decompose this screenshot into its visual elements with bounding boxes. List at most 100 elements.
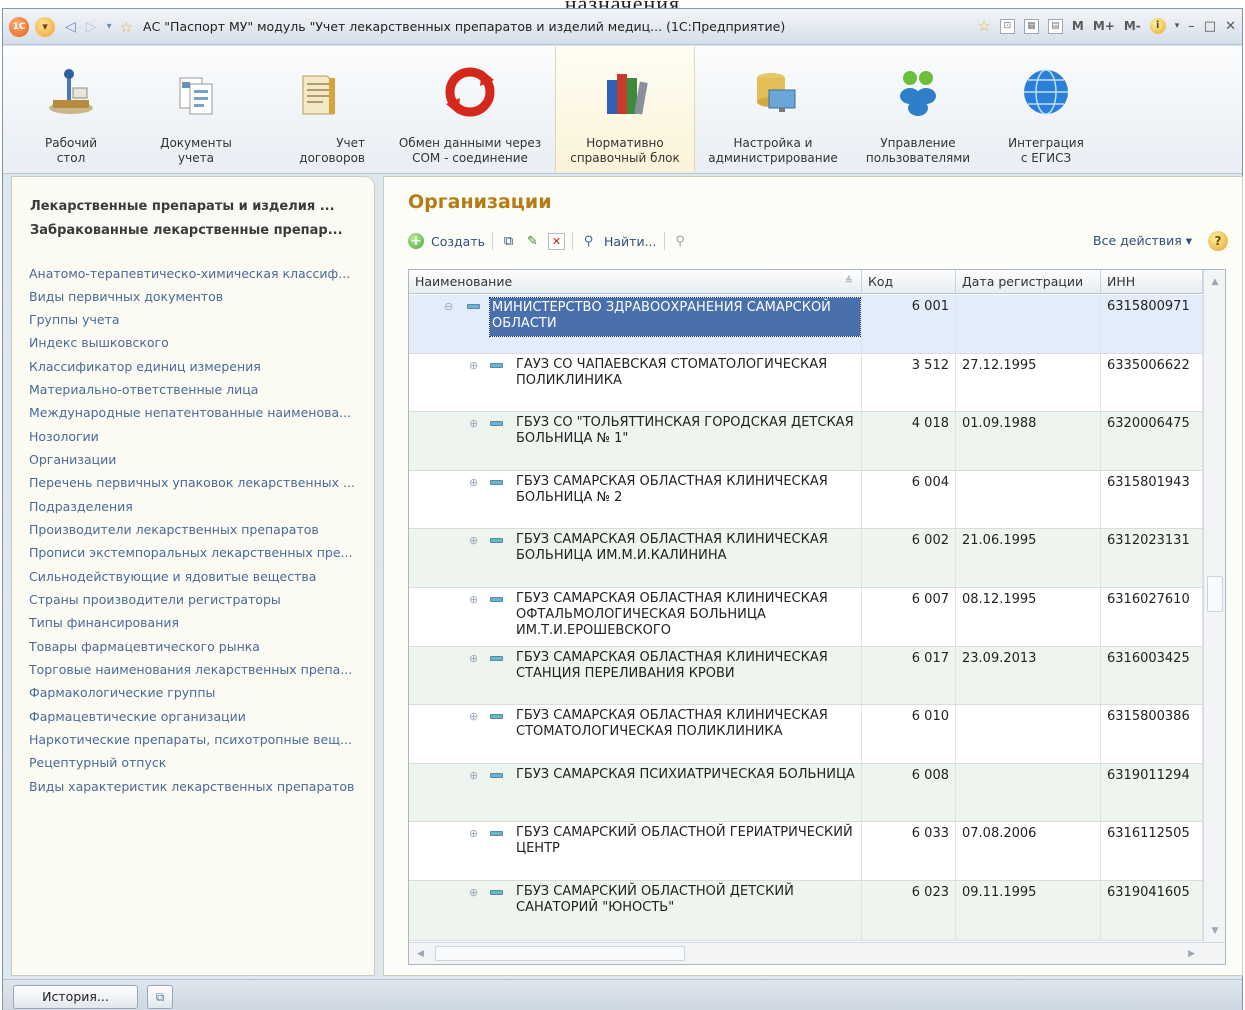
nav-item[interactable]: Наркотические препараты, психотропные ве…: [29, 730, 369, 750]
nav-bold-item[interactable]: Забракованные лекарственные препар...: [30, 223, 343, 238]
ribbon-desktop[interactable]: Рабочий стол: [31, 46, 111, 172]
edit-pencil-icon[interactable]: ✎: [524, 233, 541, 250]
nav-item[interactable]: Материально-ответственные лица: [29, 380, 369, 400]
nav-item[interactable]: Товары фармацевтического рынка: [29, 637, 369, 657]
nav-item[interactable]: Нозологии: [29, 427, 369, 447]
ribbon-com-exchange[interactable]: Обмен данными через COM - соединение: [387, 46, 553, 172]
expand-icon[interactable]: ⊕: [469, 711, 478, 722]
table-row[interactable]: ⊖ МИНИСТЕРСТВО ЗДРАВООХРАНЕНИЯ САМАРСКОЙ …: [409, 295, 1203, 354]
create-plus-icon[interactable]: +: [408, 233, 424, 249]
ribbon-administration[interactable]: Настройка и администрирование: [703, 46, 843, 172]
expand-icon[interactable]: ⊕: [469, 535, 478, 546]
scroll-up-icon[interactable]: ▲: [1204, 273, 1225, 291]
column-header-date[interactable]: Дата регистрации: [956, 270, 1101, 294]
table-row[interactable]: ⊕ ГБУЗ САМАРСКАЯ ОБЛАСТНАЯ КЛИНИЧЕСКАЯ ОФ…: [409, 588, 1203, 647]
memory-plus-button[interactable]: M+: [1093, 19, 1115, 33]
ribbon-egisz[interactable]: Интеграция с ЕГИСЗ: [991, 46, 1101, 172]
scroll-left-icon[interactable]: ◀: [417, 943, 424, 964]
close-icon[interactable]: ✕: [1225, 19, 1236, 34]
expand-icon[interactable]: ⊕: [469, 418, 478, 429]
nav-bold-item[interactable]: Лекарственные препараты и изделия ...: [30, 199, 335, 214]
expand-icon[interactable]: ⊕: [469, 770, 478, 781]
collapse-icon[interactable]: ⊖: [444, 301, 453, 312]
info-dropdown-icon[interactable]: ▾: [1175, 21, 1180, 31]
nav-item[interactable]: Рецептурный отпуск: [29, 753, 369, 773]
column-header-code[interactable]: Код: [862, 270, 956, 294]
table-row[interactable]: ⊕ ГАУЗ СО ЧАПАЕВСКАЯ СТОМАТОЛОГИЧЕСКАЯ ПО…: [409, 353, 1203, 413]
expand-icon[interactable]: ⊕: [469, 477, 478, 488]
windows-list-icon[interactable]: ⧉: [147, 985, 173, 1009]
forward-arrow-icon[interactable]: ▷: [86, 19, 97, 35]
delete-icon[interactable]: ✕: [547, 232, 565, 250]
expand-icon[interactable]: ⊕: [469, 828, 478, 839]
nav-item[interactable]: Классификатор единиц измерения: [29, 357, 369, 377]
calculator-icon[interactable]: ▦: [1023, 18, 1039, 34]
ribbon-users[interactable]: Управление пользователями: [855, 46, 981, 172]
table-row[interactable]: ⊕ ГБУЗ САМАРСКАЯ ПСИХИАТРИЧЕСКАЯ БОЛЬНИЦА…: [409, 763, 1203, 823]
nav-item[interactable]: Страны производители регистраторы: [29, 590, 369, 610]
nav-item[interactable]: Сильнодействующие и ядовитые вещества: [29, 567, 369, 587]
nav-item[interactable]: Фармакологические группы: [29, 683, 369, 703]
memory-minus-button[interactable]: M-: [1124, 19, 1141, 33]
expand-icon[interactable]: ⊕: [469, 360, 478, 371]
table-row[interactable]: ⊕ ГБУЗ САМАРСКИЙ ОБЛАСТНОЙ ГЕРИАТРИЧЕСКИЙ…: [409, 822, 1203, 881]
table-row[interactable]: ⊕ ГБУЗ САМАРСКАЯ ОБЛАСТНАЯ КЛИНИЧЕСКАЯ СТ…: [409, 646, 1203, 706]
nav-item[interactable]: Виды характеристик лекарственных препара…: [29, 777, 369, 797]
panel-splitter[interactable]: ⋮: [374, 557, 382, 597]
nav-item[interactable]: Подразделения: [29, 497, 369, 517]
nav-item[interactable]: Типы финансирования: [29, 613, 369, 633]
expand-icon[interactable]: ⊕: [469, 653, 478, 664]
cancel-search-icon[interactable]: ⚲: [672, 233, 689, 250]
minimize-icon[interactable]: –: [1188, 19, 1195, 34]
table-row[interactable]: ⊕ ГБУЗ СО "ТОЛЬЯТТИНСКАЯ ГОРОДСКАЯ ДЕТСКА…: [409, 412, 1203, 471]
nav-item[interactable]: Индекс вышковского: [29, 333, 369, 353]
scroll-down-icon[interactable]: ▼: [1204, 922, 1225, 940]
nav-item[interactable]: Виды первичных документов: [29, 287, 369, 307]
memory-m-button[interactable]: M: [1072, 19, 1084, 33]
vertical-scrollbar[interactable]: ▲ ▼: [1203, 270, 1225, 964]
horizontal-scroll-thumb[interactable]: [435, 946, 685, 961]
table-row[interactable]: ⊕ ГБУЗ САМАРСКАЯ ОБЛАСТНАЯ КЛИНИЧЕСКАЯ БО…: [409, 470, 1203, 530]
cell-name: ⊕ ГБУЗ СО "ТОЛЬЯТТИНСКАЯ ГОРОДСКАЯ ДЕТСКА…: [409, 412, 862, 470]
app-logo-icon[interactable]: 1С: [9, 16, 29, 37]
nav-item[interactable]: Анатомо-терапевтическо-химическая класси…: [29, 264, 369, 284]
search-icon[interactable]: ⚲: [580, 233, 597, 250]
nav-item[interactable]: Производители лекарственных препаратов: [29, 520, 369, 540]
add-favorite-icon[interactable]: ☆: [977, 17, 990, 35]
column-header-inn[interactable]: ИНН: [1101, 270, 1203, 294]
info-icon[interactable]: i: [1149, 18, 1166, 34]
nav-item[interactable]: Международные непатентованные наименова.…: [29, 403, 369, 423]
nav-item[interactable]: Торговые наименования лекарственных преп…: [29, 660, 369, 680]
horizontal-scrollbar[interactable]: ◀ ▶: [409, 942, 1225, 964]
history-dropdown-icon[interactable]: ▾: [107, 21, 112, 32]
nav-item[interactable]: Организации: [29, 450, 369, 470]
nav-item[interactable]: Фармацевтические организации: [29, 707, 369, 727]
group-folder-icon: [490, 538, 503, 544]
ribbon-contracts[interactable]: Учет договоров: [269, 46, 365, 172]
calendar-icon[interactable]: ▤: [1047, 18, 1063, 34]
main-menu-icon[interactable]: ▾: [35, 16, 55, 37]
column-header-name[interactable]: Наименование ≜: [409, 270, 862, 294]
scroll-right-icon[interactable]: ▶: [1188, 943, 1195, 964]
expand-icon[interactable]: ⊕: [469, 887, 478, 898]
find-button[interactable]: Найти...: [604, 234, 657, 249]
ribbon-reference-block[interactable]: Нормативно справочный блок: [555, 46, 695, 172]
all-actions-menu[interactable]: Все действия ▾: [1093, 233, 1192, 248]
help-icon[interactable]: ?: [1208, 231, 1228, 251]
back-arrow-icon[interactable]: ◁: [65, 19, 76, 35]
table-row[interactable]: ⊕ ГБУЗ САМАРСКАЯ ОБЛАСТНАЯ КЛИНИЧЕСКАЯ СТ…: [409, 705, 1203, 764]
ribbon-documents[interactable]: Документы учета: [151, 46, 241, 172]
table-row[interactable]: ⊕ ГБУЗ САМАРСКАЯ ОБЛАСТНАЯ КЛИНИЧЕСКАЯ БО…: [409, 529, 1203, 588]
nav-item[interactable]: Группы учета: [29, 310, 369, 330]
table-row[interactable]: ⊕ ГБУЗ САМАРСКИЙ ОБЛАСТНОЙ ДЕТСКИЙ САНАТО…: [409, 881, 1203, 941]
maximize-icon[interactable]: □: [1204, 19, 1216, 34]
nav-item[interactable]: Перечень первичных упаковок лекарственны…: [29, 473, 369, 493]
link-icon[interactable]: ⊡: [999, 18, 1015, 34]
create-button[interactable]: Создать: [431, 234, 485, 249]
history-button[interactable]: История...: [13, 985, 138, 1009]
expand-icon[interactable]: ⊕: [469, 594, 478, 605]
nav-item[interactable]: Прописи экстемпоральных лекарственных пр…: [29, 543, 369, 563]
vertical-scroll-thumb[interactable]: [1207, 576, 1223, 612]
favorites-star-icon[interactable]: ☆: [120, 18, 133, 36]
copy-icon[interactable]: ⧉: [500, 233, 517, 250]
